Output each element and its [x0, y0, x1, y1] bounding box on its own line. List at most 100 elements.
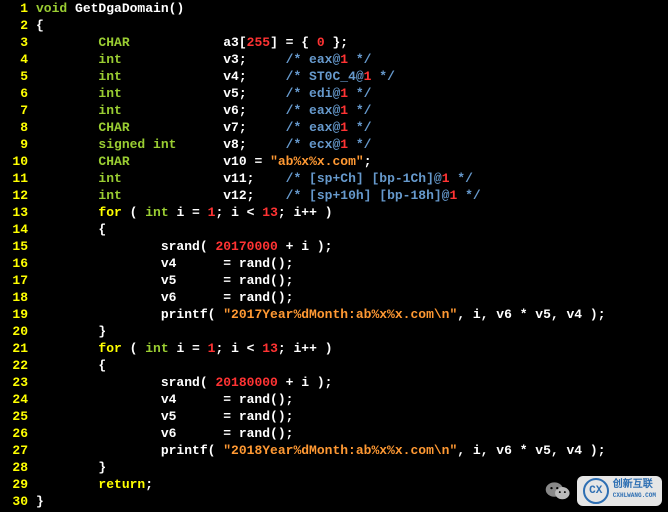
token-num: 1	[340, 86, 348, 101]
brand-name-py: CXHLWANG.COM	[613, 491, 656, 501]
line-number: 17	[0, 272, 36, 289]
token-punct: printf(	[36, 443, 223, 458]
token-punct: , i, v6 * v5, v4 );	[457, 307, 605, 322]
token-str: "2018Year%dMonth:ab%x%x.com\n"	[223, 443, 457, 458]
token-cmt: */	[348, 137, 371, 152]
token-punct	[36, 103, 98, 118]
token-punct: ; i <	[215, 205, 262, 220]
line-number: 7	[0, 102, 36, 119]
line-number: 5	[0, 68, 36, 85]
token-kw-type: int	[98, 188, 121, 203]
token-punct: v10 =	[130, 154, 270, 169]
code-content: }	[36, 459, 668, 476]
token-num: 1	[340, 103, 348, 118]
code-content: int v12; /* [sp+10h] [bp-18h]@1 */	[36, 187, 668, 204]
token-punct: srand(	[36, 375, 215, 390]
token-punct: ; i++ )	[278, 341, 333, 356]
token-num: 1	[340, 52, 348, 67]
token-punct: {	[36, 222, 106, 237]
token-punct: v5;	[122, 86, 286, 101]
token-cmt: /* edi@	[286, 86, 341, 101]
code-content: int v5; /* edi@1 */	[36, 85, 668, 102]
code-content: {	[36, 221, 668, 238]
code-line: 17 v5 = rand();	[0, 272, 668, 289]
code-content: printf( "2017Year%dMonth:ab%x%x.com\n", …	[36, 306, 668, 323]
token-cmt: /* ST0C_4@	[286, 69, 364, 84]
token-cmt: */	[450, 171, 473, 186]
code-editor: 1void GetDgaDomain()2{3 CHAR a3[255] = {…	[0, 0, 668, 510]
brand-badge: CX 创新互联 CXHLWANG.COM	[577, 476, 662, 506]
token-punct: v4 = rand();	[36, 256, 293, 271]
code-line: 13 for ( int i = 1; i < 13; i++ )	[0, 204, 668, 221]
token-cmt: /* [sp+Ch] [bp-1Ch]@	[286, 171, 442, 186]
code-content: CHAR v7; /* eax@1 */	[36, 119, 668, 136]
token-num: 13	[262, 341, 278, 356]
code-content: CHAR v10 = "ab%x%x.com";	[36, 153, 668, 170]
code-content: srand( 20180000 + i );	[36, 374, 668, 391]
line-number: 18	[0, 289, 36, 306]
token-kw-type: void	[36, 1, 67, 16]
code-content: printf( "2018Year%dMonth:ab%x%x.com\n", …	[36, 442, 668, 459]
token-cmt: /* eax@	[286, 52, 341, 67]
token-str: "ab%x%x.com"	[270, 154, 364, 169]
line-number: 29	[0, 476, 36, 493]
code-content: v6 = rand();	[36, 425, 668, 442]
token-str: "2017Year%dMonth:ab%x%x.com\n"	[223, 307, 457, 322]
token-punct: ; i++ )	[278, 205, 333, 220]
code-content: signed int v8; /* ecx@1 */	[36, 136, 668, 153]
token-kw-type: int	[98, 86, 121, 101]
token-punct: (	[122, 341, 145, 356]
line-number: 4	[0, 51, 36, 68]
token-kw-flow: return	[98, 477, 145, 492]
code-line: 16 v4 = rand();	[0, 255, 668, 272]
token-punct: + i );	[278, 239, 333, 254]
token-punct	[36, 52, 98, 67]
token-kw-type: signed int	[98, 137, 176, 152]
code-line: 8 CHAR v7; /* eax@1 */	[0, 119, 668, 136]
token-punct: + i );	[278, 375, 333, 390]
token-ident: GetDgaDomain	[67, 1, 168, 16]
token-kw-type: int	[98, 69, 121, 84]
token-punct: v6 = rand();	[36, 426, 293, 441]
token-punct: , i, v6 * v5, v4 );	[457, 443, 605, 458]
brand-name-cn: 创新互联	[613, 481, 656, 491]
token-punct: v5 = rand();	[36, 409, 293, 424]
code-line: 27 printf( "2018Year%dMonth:ab%x%x.com\n…	[0, 442, 668, 459]
token-punct: v11;	[122, 171, 286, 186]
line-number: 6	[0, 85, 36, 102]
line-number: 15	[0, 238, 36, 255]
line-number: 24	[0, 391, 36, 408]
token-punct: i =	[169, 205, 208, 220]
token-punct: v6 = rand();	[36, 290, 293, 305]
code-content: {	[36, 357, 668, 374]
code-content: int v3; /* eax@1 */	[36, 51, 668, 68]
token-cmt: */	[348, 86, 371, 101]
token-cmt: */	[348, 103, 371, 118]
token-punct: ] = {	[270, 35, 317, 50]
token-punct: srand(	[36, 239, 215, 254]
line-number: 22	[0, 357, 36, 374]
code-content: v6 = rand();	[36, 289, 668, 306]
line-number: 20	[0, 323, 36, 340]
code-content: v4 = rand();	[36, 391, 668, 408]
line-number: 28	[0, 459, 36, 476]
token-punct	[36, 35, 98, 50]
token-num: 20180000	[215, 375, 277, 390]
code-line: 23 srand( 20180000 + i );	[0, 374, 668, 391]
token-cmt: /* eax@	[286, 103, 341, 118]
token-num: 1	[340, 120, 348, 135]
token-cmt: /* [sp+10h] [bp-18h]@	[286, 188, 450, 203]
token-punct: };	[325, 35, 348, 50]
line-number: 1	[0, 0, 36, 17]
token-kw-flow: for	[98, 205, 121, 220]
token-num: 0	[317, 35, 325, 50]
code-line: 28 }	[0, 459, 668, 476]
token-punct: (	[122, 205, 145, 220]
code-line: 3 CHAR a3[255] = { 0 };	[0, 34, 668, 51]
token-punct: }	[36, 460, 106, 475]
code-line: 15 srand( 20170000 + i );	[0, 238, 668, 255]
line-number: 19	[0, 306, 36, 323]
wechat-icon	[545, 480, 571, 502]
code-content: int v11; /* [sp+Ch] [bp-1Ch]@1 */	[36, 170, 668, 187]
token-num: 1	[442, 171, 450, 186]
